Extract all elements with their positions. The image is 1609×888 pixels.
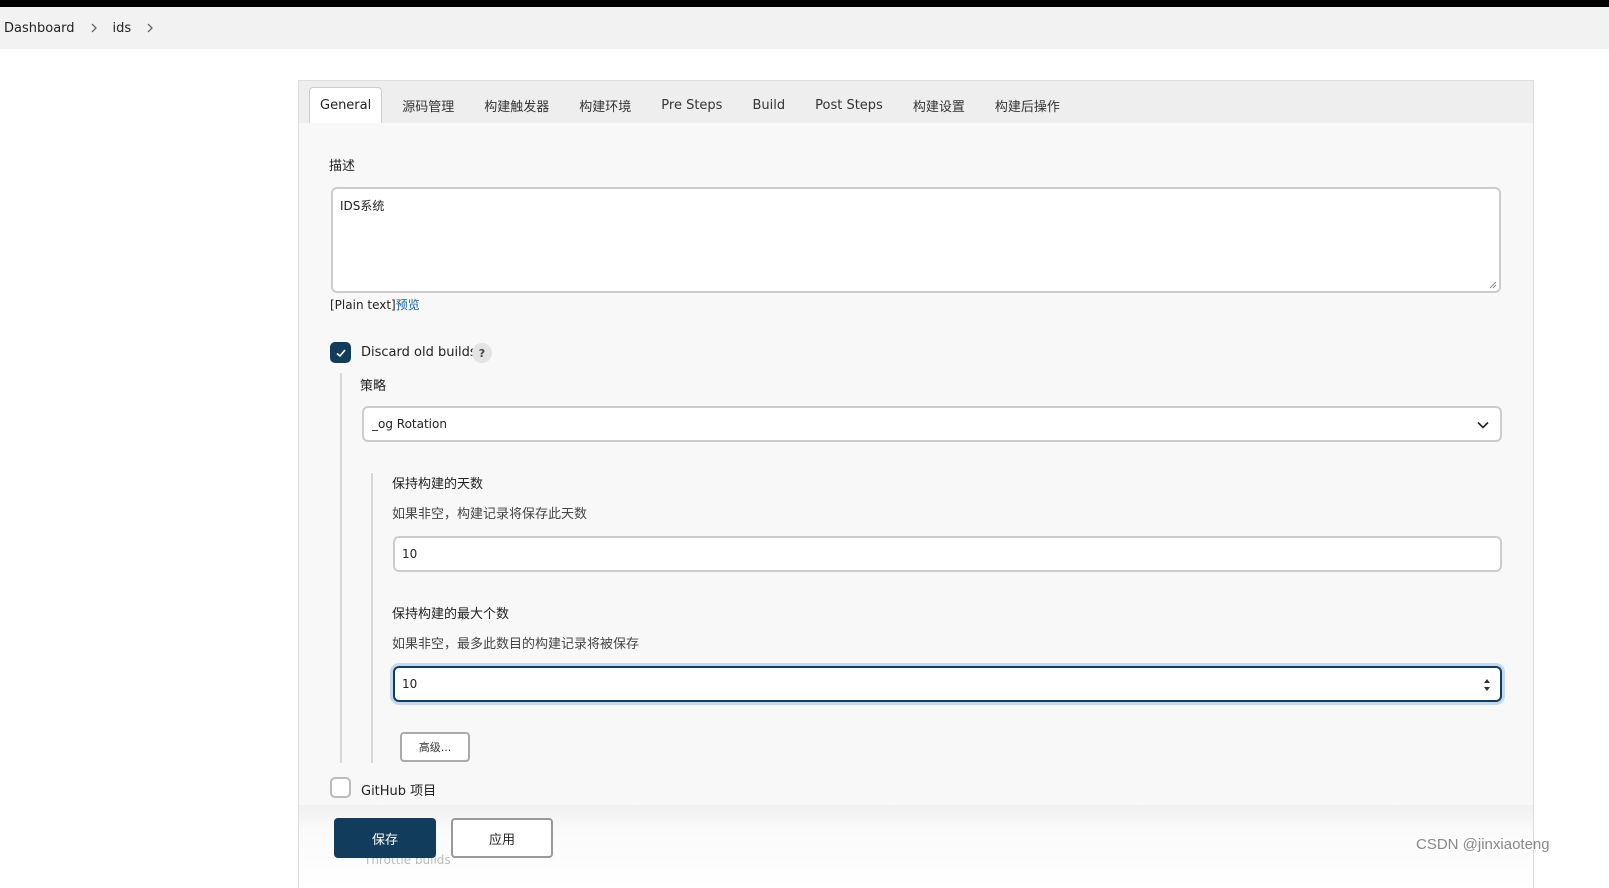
tab-build-settings[interactable]: 构建设置 (903, 87, 975, 123)
help-icon[interactable]: ? (472, 343, 492, 363)
format-row: [Plain text]预览 (330, 296, 420, 313)
tab-build-triggers[interactable]: 构建触发器 (474, 87, 559, 123)
config-tabs: General 源码管理 构建触发器 构建环境 Pre Steps Build … (299, 81, 1533, 123)
save-button[interactable]: 保存 (334, 818, 436, 858)
tab-post-build-actions[interactable]: 构建后操作 (985, 87, 1070, 123)
breadcrumb: Dashboard ids (0, 7, 1609, 49)
max-builds-value: 10 (402, 677, 418, 691)
strategy-label: 策略 (360, 379, 387, 394)
spinner-icon[interactable] (1482, 676, 1492, 694)
checkmark-icon (335, 348, 346, 357)
breadcrumb-dashboard[interactable]: Dashboard (4, 21, 75, 36)
github-project-checkbox[interactable] (330, 777, 351, 798)
days-to-keep-label: 保持构建的天数 (392, 477, 484, 492)
tab-post-steps[interactable]: Post Steps (805, 87, 893, 123)
strategy-guide-line (371, 473, 373, 763)
format-label: [Plain text] (330, 298, 396, 312)
strategy-select[interactable]: _og Rotation (362, 406, 1502, 442)
tab-scm[interactable]: 源码管理 (392, 87, 464, 123)
days-to-keep-hint: 如果非空，构建记录将保存此天数 (392, 507, 588, 522)
chevron-right-icon (89, 23, 99, 33)
days-to-keep-input[interactable]: 10 (393, 536, 1502, 572)
advanced-button[interactable]: 高级... (400, 732, 470, 762)
config-panel: General 源码管理 构建触发器 构建环境 Pre Steps Build … (298, 80, 1534, 888)
strategy-value: _og Rotation (372, 417, 447, 431)
description-textarea[interactable]: IDS系统 (331, 187, 1501, 293)
apply-button[interactable]: 应用 (451, 818, 553, 858)
discard-old-builds-checkbox[interactable] (330, 342, 351, 363)
tab-pre-steps[interactable]: Pre Steps (651, 87, 732, 123)
max-builds-label: 保持构建的最大个数 (392, 607, 510, 622)
preview-link[interactable]: 预览 (396, 298, 420, 312)
discard-old-builds-label[interactable]: Discard old builds (361, 345, 477, 360)
description-label: 描述 (329, 159, 356, 174)
days-to-keep-value: 10 (402, 547, 418, 561)
chevron-down-icon (1477, 421, 1489, 429)
resize-grip-icon[interactable] (1489, 281, 1497, 289)
tab-general[interactable]: General (309, 87, 383, 123)
max-builds-hint: 如果非空，最多此数目的构建记录将被保存 (392, 637, 640, 652)
section-guide-line (340, 373, 342, 763)
chevron-right-icon[interactable] (145, 23, 155, 33)
github-project-label[interactable]: GitHub 项目 (361, 780, 436, 799)
tab-build-environment[interactable]: 构建环境 (569, 87, 641, 123)
breadcrumb-ids[interactable]: ids (113, 21, 132, 36)
tab-build[interactable]: Build (742, 87, 795, 123)
watermark: CSDN @jinxiaoteng (1416, 836, 1550, 853)
max-builds-input[interactable]: 10 (393, 666, 1502, 702)
description-value: IDS系统 (340, 199, 385, 213)
top-bar (0, 0, 1609, 7)
